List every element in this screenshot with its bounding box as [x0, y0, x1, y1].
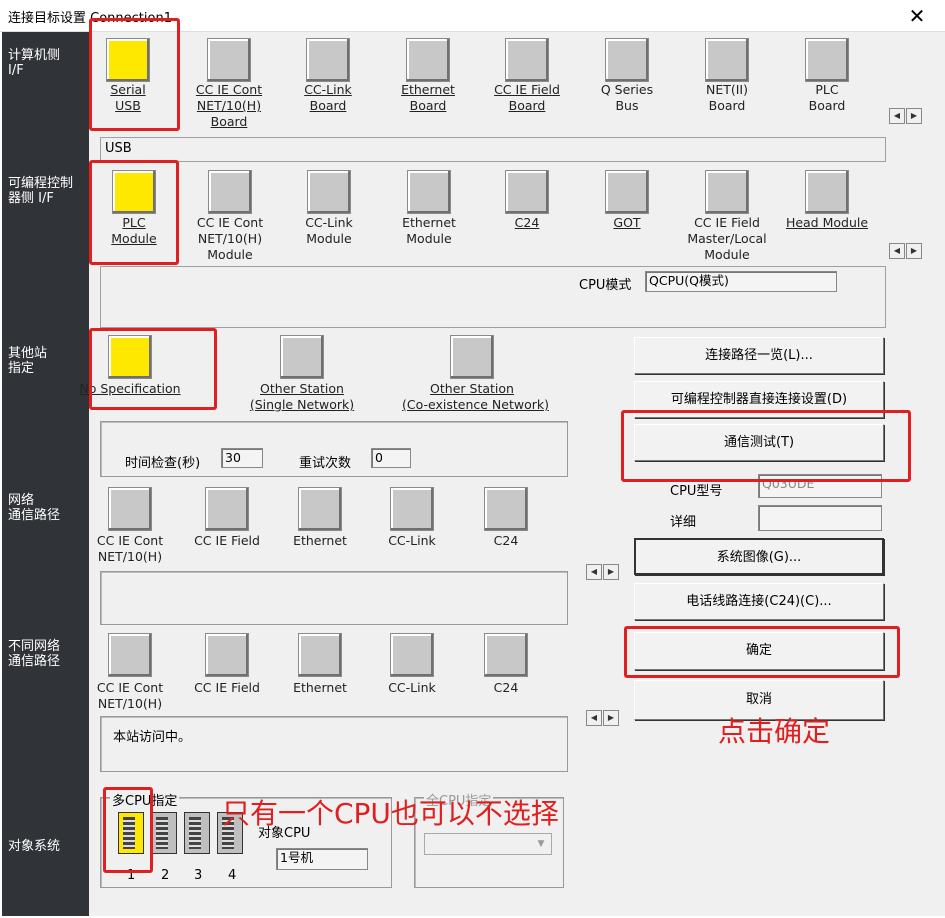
highlight-box [89, 328, 217, 410]
detail-field [758, 505, 882, 531]
scroll-right-icon[interactable]: ▶ [906, 243, 922, 259]
route-list-button[interactable]: 连接路径一览(L)... [634, 337, 884, 374]
plc-if-3-icon[interactable] [407, 170, 451, 214]
phone-line-button[interactable]: 电话线路连接(C24)(C)... [634, 583, 884, 620]
highlight-box [89, 18, 180, 131]
diff-network-0-icon[interactable] [108, 633, 152, 677]
diff-network-label[interactable]: C24 [436, 680, 576, 696]
time-check-label: 时间检查(秒) [125, 456, 201, 471]
target-cpu-field: 1号机 [276, 848, 368, 870]
cpu-model-label: CPU型号 [670, 484, 723, 499]
scroll-right-icon[interactable]: ▶ [603, 564, 619, 580]
plc-if-1-icon[interactable] [208, 170, 252, 214]
sidebar-pc-if: 计算机侧 I/F [8, 48, 61, 78]
retry-label: 重试次数 [299, 456, 352, 471]
retry-input[interactable]: 0 [371, 448, 411, 468]
other-station-2-icon[interactable] [450, 335, 494, 379]
pc-if-7-icon[interactable] [805, 38, 849, 82]
scroll-left-icon[interactable]: ◀ [889, 108, 905, 124]
network-route-label[interactable]: C24 [436, 533, 576, 549]
highlight-box [89, 160, 179, 265]
pc-if-3-icon[interactable] [406, 38, 450, 82]
network-route-4-icon[interactable] [484, 487, 528, 531]
scroll-left-icon[interactable]: ◀ [586, 564, 602, 580]
sidebar-plc-if: 可编程控制 器侧 I/F [8, 176, 74, 206]
pc-if-5-icon[interactable] [605, 38, 649, 82]
pc-if-label[interactable]: PLC Board [757, 82, 897, 114]
scroll-right-icon[interactable]: ▶ [906, 108, 922, 124]
plc-if-5-icon[interactable] [605, 170, 649, 214]
annotation-one-cpu: 只有一个CPU也可以不选择 [222, 797, 559, 830]
cpu-number: 3 [194, 868, 203, 883]
highlight-box [624, 626, 900, 678]
other-station-label[interactable]: Other Station (Single Network) [232, 381, 372, 413]
plc-if-6-icon[interactable] [705, 170, 749, 214]
time-check-input[interactable]: 30 [221, 448, 263, 468]
sidebar-network-route: 网络 通信路径 [8, 493, 61, 523]
cpu-3-icon[interactable] [184, 812, 210, 854]
network-route-1-icon[interactable] [205, 487, 249, 531]
cpu-2-icon[interactable] [151, 812, 177, 854]
highlight-box [103, 787, 153, 873]
scroll-left-icon[interactable]: ◀ [889, 243, 905, 259]
cpu-mode-field: QCPU(Q模式) [645, 271, 837, 292]
sidebar-other-station: 其他站 指定 [8, 346, 48, 376]
diff-network-3-icon[interactable] [390, 633, 434, 677]
network-route-3-icon[interactable] [390, 487, 434, 531]
other-station-label[interactable]: Other Station (Co-existence Network) [402, 381, 549, 413]
cpu-number: 2 [161, 868, 170, 883]
all-cpu-dropdown[interactable]: ▼ [424, 833, 552, 855]
highlight-box [621, 410, 911, 482]
system-image-button[interactable]: 系统图像(G)... [634, 538, 884, 575]
network-route-0-icon[interactable] [108, 487, 152, 531]
plc-if-2-icon[interactable] [307, 170, 351, 214]
plc-if-label[interactable]: Head Module [757, 215, 897, 231]
network-route-2-icon[interactable] [298, 487, 342, 531]
pc-if-value-field: USB [100, 137, 886, 162]
cpu-mode-label: CPU模式 [579, 278, 632, 293]
diff-network-4-icon[interactable] [484, 633, 528, 677]
other-station-1-icon[interactable] [280, 335, 324, 379]
access-status: 本站访问中。 [113, 730, 192, 745]
diff-network-2-icon[interactable] [298, 633, 342, 677]
chevron-down-icon: ▼ [537, 839, 545, 849]
cpu-number: 4 [228, 868, 237, 883]
network-route-box [100, 571, 568, 625]
pc-if-6-icon[interactable] [705, 38, 749, 82]
sidebar-target-system: 对象系统 [8, 839, 61, 854]
timeout-box: 时间检查(秒) 30 重试次数 0 [100, 421, 568, 477]
plc-if-4-icon[interactable] [505, 170, 549, 214]
annotation-click-ok: 点击确定 [718, 715, 831, 748]
diff-network-1-icon[interactable] [205, 633, 249, 677]
pc-if-4-icon[interactable] [505, 38, 549, 82]
sidebar-diff-network: 不同网络 通信路径 [8, 639, 61, 669]
pc-if-value: USB [105, 141, 132, 156]
pc-if-1-icon[interactable] [207, 38, 251, 82]
detail-label: 详细 [670, 515, 697, 530]
plc-if-detail-box: CPU模式 QCPU(Q模式) [100, 266, 886, 328]
pc-if-2-icon[interactable] [306, 38, 350, 82]
plc-if-7-icon[interactable] [805, 170, 849, 214]
diff-network-box: 本站访问中。 [100, 716, 568, 772]
sidebar: 计算机侧 I/F 可编程控制 器侧 I/F 其他站 指定 网络 通信路径 不同网… [2, 32, 89, 916]
scroll-right-icon[interactable]: ▶ [603, 710, 619, 726]
scroll-left-icon[interactable]: ◀ [586, 710, 602, 726]
close-icon[interactable]: ✕ [901, 3, 933, 29]
